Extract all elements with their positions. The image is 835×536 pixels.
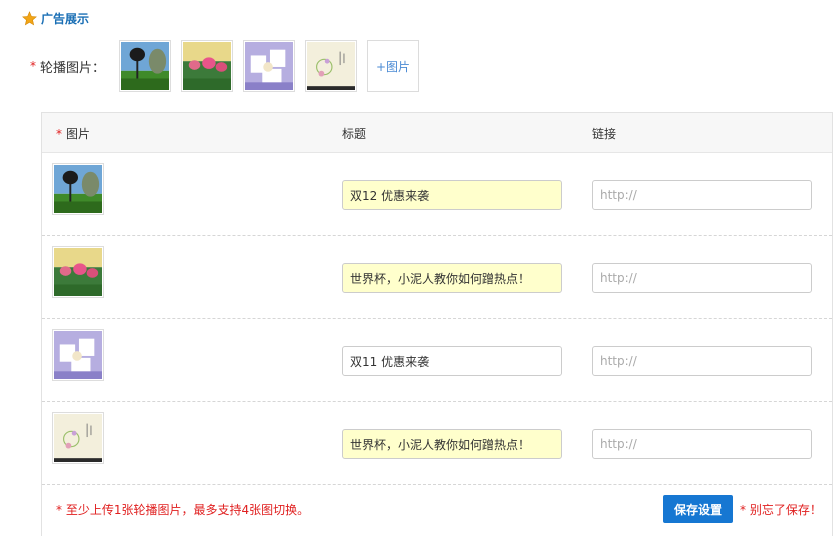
lotus-image [54, 248, 102, 296]
upload-note-text: 至少上传1张轮播图片，最多支持4张图切换。 [65, 503, 310, 517]
photo-frame-image [54, 331, 102, 379]
carousel-row: * 轮播图片： +图片 [30, 40, 420, 92]
floral-card-image [54, 414, 102, 462]
carousel-thumb-frame[interactable] [243, 40, 296, 92]
header-link: 链接 [592, 127, 617, 141]
carousel-thumbnails: +图片 [119, 40, 420, 92]
link-input[interactable] [592, 180, 812, 210]
row-image [52, 246, 104, 298]
carousel-label: 轮播图片： [40, 60, 106, 76]
required-mark: * [56, 503, 62, 517]
section-title: 广告展示 [41, 12, 90, 26]
palm-tree-image [121, 42, 170, 90]
table-row [42, 236, 832, 319]
floral-card-image [307, 42, 356, 90]
table-footer: * 至少上传1张轮播图片，最多支持4张图切换。 保存设置 * 别忘了保存！ [42, 485, 832, 535]
row-image [52, 163, 104, 215]
ad-table: * 图片 标题 链接 双12 优惠来袭 http:// 世界杯，小泥人教你如何蹭… [41, 112, 833, 536]
row-image [52, 329, 104, 381]
title-input[interactable] [342, 263, 562, 293]
header-image-label: 图片 [66, 127, 91, 141]
lotus-image [183, 42, 232, 90]
title-input[interactable] [342, 180, 562, 210]
link-input[interactable] [592, 429, 812, 459]
palm-tree-image [54, 165, 102, 213]
upload-note: * 至少上传1张轮播图片，最多支持4张图切换。 [56, 501, 309, 518]
table-header: * 图片 标题 链接 [42, 113, 832, 153]
section-header: 广告展示 [22, 10, 89, 27]
table-row [42, 153, 832, 236]
save-reminder: * 别忘了保存！ [740, 501, 822, 518]
carousel-thumb-floral[interactable] [305, 40, 358, 92]
required-mark: * [56, 127, 62, 141]
required-mark: * [30, 59, 36, 73]
link-input[interactable] [592, 263, 812, 293]
save-reminder-text: 别忘了保存！ [749, 503, 822, 517]
carousel-thumb-lotus[interactable] [181, 40, 234, 92]
photo-frame-image [245, 42, 294, 90]
row-image [52, 412, 104, 464]
table-row [42, 402, 832, 485]
required-mark: * [740, 503, 746, 517]
header-title: 标题 [342, 127, 367, 141]
add-image-button[interactable]: +图片 [367, 40, 420, 92]
title-input[interactable] [342, 429, 562, 459]
carousel-thumb-palm[interactable] [119, 40, 172, 92]
header-image: * 图片 [56, 125, 90, 142]
star-icon [22, 11, 37, 26]
table-row [42, 319, 832, 402]
save-settings-button[interactable]: 保存设置 [663, 495, 733, 523]
link-input[interactable] [592, 346, 812, 376]
page: 广告展示 * 轮播图片： +图片 * 图片 标题 链接 双12 优惠来袭 htt… [0, 0, 835, 536]
title-input[interactable] [342, 346, 562, 376]
